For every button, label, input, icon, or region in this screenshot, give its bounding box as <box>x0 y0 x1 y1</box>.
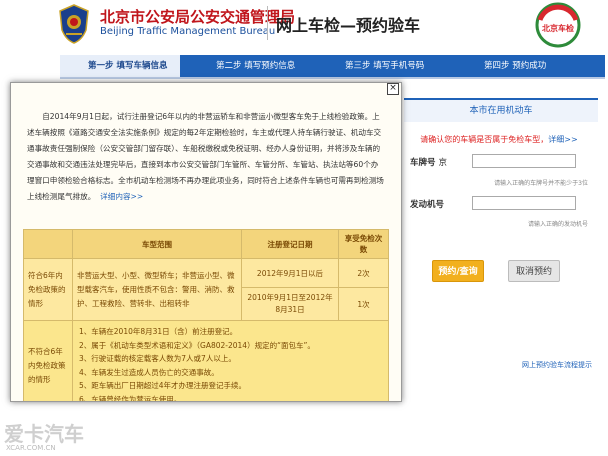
exemption-hint: 请确认您的车辆是否属于免检车型，详细>> <box>398 134 600 145</box>
plate-label: 车牌号 京 <box>410 156 447 168</box>
plate-label-text: 车牌号 <box>410 158 436 168</box>
engine-note: 请输入正确的发动机号 <box>527 221 588 228</box>
list-item: 6、车辆曾经作为营运车使用。 <box>79 394 182 402</box>
table-header-cell: 车型范围 <box>72 229 242 259</box>
exemption-table: 车型范围 注册登记日期 享受免检次数 符合6年内免检政策的情形 非营运大型、小型… <box>23 229 389 402</box>
step-1-vehicle-info: 第一步 填写车辆信息 <box>60 55 180 77</box>
plate-prefix: 京 <box>438 158 447 168</box>
table-header-cell: 享受免检次数 <box>338 229 389 259</box>
engine-label: 发动机号 <box>410 200 445 210</box>
list-item: 5、距车辆出厂日期超过4年才办理注册登记手续。 <box>79 381 247 391</box>
query-button[interactable]: 预约/查询 <box>432 260 484 282</box>
step-3-phone-number: 第三步 填写手机号码 <box>345 61 425 71</box>
engine-number-input[interactable] <box>472 196 576 210</box>
step-rule <box>60 77 605 79</box>
org-name-en: Beijing Traffic Management Bureau <box>100 26 276 37</box>
list-item: 1、车辆在2010年8月31日（含）前注册登记。 <box>79 327 238 336</box>
beijing-inspection-logo-icon: 北京车检 <box>535 2 581 48</box>
table-header-cell <box>23 229 73 259</box>
section1-date-2: 2010年9月1日至2012年8月31日 <box>241 287 339 321</box>
step-nav: 第一步 填写车辆信息 第二步 填写预约信息 第三步 填写手机号码 第四步 预约成… <box>60 55 605 77</box>
section1-scope: 非营运大型、小型、微型轿车；非营运小型、微型载客汽车，使用性质不包含：警用、消防… <box>72 258 242 321</box>
table-header-cell: 注册登记日期 <box>241 229 339 259</box>
section1-category: 符合6年内免检政策的情形 <box>23 258 73 321</box>
police-emblem-icon <box>59 4 89 44</box>
table-row: 符合6年内免检政策的情形 非营运大型、小型、微型轿车；非营运小型、微型载客汽车，… <box>23 258 389 321</box>
policy-intro-text: 自2014年9月1日起，试行注册登记6年以内的非营运轿车和非营运小微型客车免于上… <box>27 112 384 201</box>
section1-times-2: 1次 <box>338 287 389 321</box>
close-icon[interactable]: × <box>387 83 399 95</box>
plate-number-input[interactable] <box>472 154 576 168</box>
brand-logo-text: 北京车检 <box>542 23 574 33</box>
exemption-policy-dialog: × 自2014年9月1日起，试行注册登记6年以内的非营运轿车和非营运小微型客车免… <box>10 82 402 402</box>
exemption-detail-link[interactable]: 详细>> <box>548 135 577 144</box>
plate-note: 请输入正确的车牌号并不能少于3位 <box>494 180 588 187</box>
list-item: 4、车辆发生过造成人员伤亡的交通事故。 <box>79 367 219 377</box>
watermark-url: XCAR.COM.CN <box>6 444 56 452</box>
panel-title: 本市在用机动车 <box>404 98 598 122</box>
step-2-appointment-info: 第二步 填写预约信息 <box>216 61 296 71</box>
section2-list: 1、车辆在2010年8月31日（含）前注册登记。 2、属于《机动车类型术语和定义… <box>72 320 389 402</box>
list-item: 2、属于《机动车类型术语和定义》（GA802-2014）规定的“面包车”。 <box>79 340 315 350</box>
service-title: 网上车检—预约验车 <box>276 16 421 35</box>
exemption-hint-text: 请确认您的车辆是否属于免检车型， <box>420 135 549 144</box>
policy-detail-link[interactable]: 详细内容>> <box>100 192 143 201</box>
section2-category: 不符合6年内免检政策的情形 <box>23 320 73 401</box>
table-header: 车型范围 注册登记日期 享受免检次数 <box>23 229 389 259</box>
step-4-success: 第四步 预约成功 <box>484 61 547 71</box>
table-row: 不符合6年内免检政策的情形 1、车辆在2010年8月31日（含）前注册登记。 2… <box>23 320 389 402</box>
policy-intro: 自2014年9月1日起，试行注册登记6年以内的非营运轿车和非营运小微型客车免于上… <box>27 109 385 205</box>
site-header: 北京市公安局公安交通管理局 Beijing Traffic Management… <box>0 0 608 52</box>
cancel-appointment-button[interactable]: 取消预约 <box>508 260 560 282</box>
appointment-flow-link[interactable]: 网上预约验车流程提示 <box>522 360 592 370</box>
header-divider <box>267 6 268 40</box>
list-item: 3、行驶证载的核定载客人数为7人或7人以上。 <box>79 354 236 364</box>
section1-times-1: 2次 <box>338 258 389 288</box>
vehicle-form-panel: 本市在用机动车 请确认您的车辆是否属于免检车型，详细>> 车牌号 京 请输入正确… <box>398 92 600 392</box>
section1-date-1: 2012年9月1日以后 <box>241 258 339 288</box>
watermark: 爱卡汽车 <box>4 422 84 446</box>
org-name: 北京市公安局公安交通管理局 <box>100 8 296 26</box>
